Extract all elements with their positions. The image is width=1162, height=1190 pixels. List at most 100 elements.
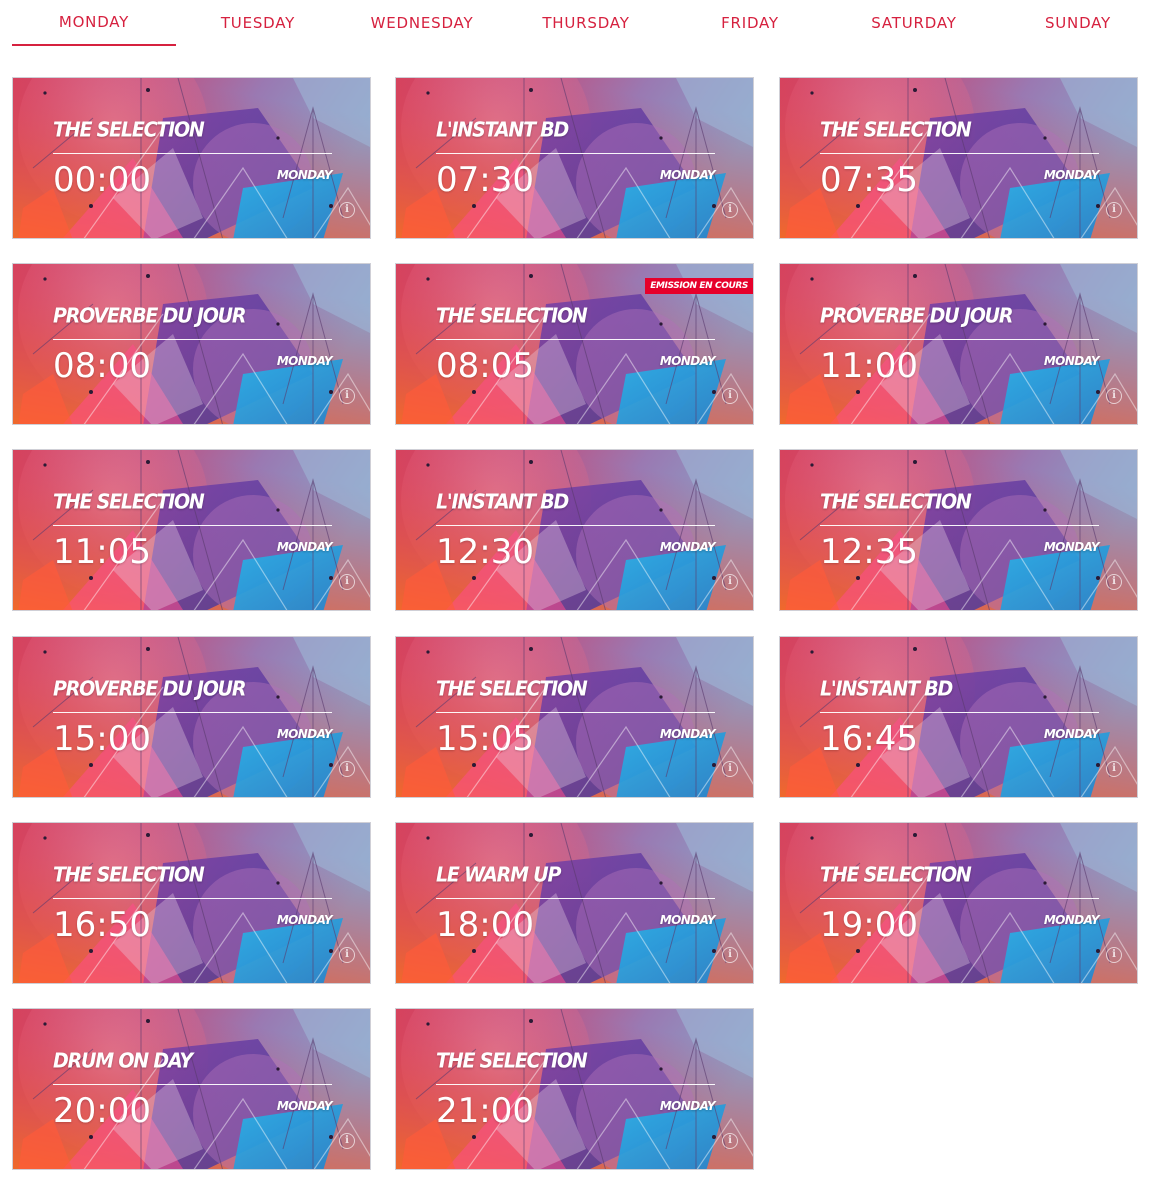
show-card[interactable]: PROVERBE DU JOUR 08:00 MONDAY i [12,263,371,425]
tab-saturday[interactable]: SATURDAY [832,0,996,46]
show-title: THE SELECTION [820,490,972,514]
info-circle-icon[interactable]: i [722,947,738,963]
show-card[interactable]: THE SELECTION 19:00 MONDAY i [779,822,1138,984]
show-card[interactable]: THE SELECTION 11:05 MONDAY i [12,449,371,611]
info-circle-icon[interactable]: i [339,947,355,963]
show-day: MONDAY [1043,354,1100,368]
divider [436,898,715,899]
show-day: MONDAY [1043,913,1100,927]
show-time: 18:00 [436,905,534,945]
show-artwork [396,78,753,238]
divider [53,339,332,340]
show-title: THE SELECTION [436,304,588,328]
show-artwork [396,1009,753,1169]
info-circle-icon[interactable]: i [339,388,355,404]
show-title: L'INSTANT BD [820,677,953,701]
show-title: THE SELECTION [436,1049,588,1073]
show-title: THE SELECTION [53,118,205,142]
info-circle-icon[interactable]: i [1106,574,1122,590]
show-card[interactable]: PROVERBE DU JOUR 15:00 MONDAY i [12,636,371,798]
show-artwork [13,637,370,797]
show-time: 00:00 [53,160,151,200]
tab-monday[interactable]: MONDAY [12,0,176,46]
show-day: MONDAY [276,727,333,741]
info-circle-icon[interactable]: i [339,1133,355,1149]
divider [436,1084,715,1085]
show-time: 08:00 [53,346,151,386]
info-circle-icon[interactable]: i [722,761,738,777]
show-title: THE SELECTION [53,863,205,887]
show-day: MONDAY [276,354,333,368]
show-card[interactable]: DRUM ON DAY 20:00 MONDAY i [12,1008,371,1170]
show-card[interactable]: L'INSTANT BD 12:30 MONDAY i [395,449,754,611]
tab-tuesday[interactable]: TUESDAY [176,0,340,46]
divider [820,898,1099,899]
tab-friday[interactable]: FRIDAY [668,0,832,46]
show-time: 12:30 [436,532,534,572]
show-day: MONDAY [1043,727,1100,741]
day-tabs: MONDAY TUESDAY WEDNESDAY THURSDAY FRIDAY… [12,0,1162,48]
show-artwork [780,78,1137,238]
tab-sunday[interactable]: SUNDAY [996,0,1160,46]
show-card[interactable]: THE SELECTION 07:35 MONDAY i [779,77,1138,239]
show-card[interactable]: THE SELECTION 16:50 MONDAY i [12,822,371,984]
info-circle-icon[interactable]: i [722,1133,738,1149]
divider [820,153,1099,154]
show-time: 16:50 [53,905,151,945]
show-time: 21:00 [436,1091,534,1131]
show-artwork [780,264,1137,424]
info-circle-icon[interactable]: i [722,202,738,218]
divider [53,1084,332,1085]
info-circle-icon[interactable]: i [722,388,738,404]
divider [820,712,1099,713]
divider [436,525,715,526]
info-circle-icon[interactable]: i [1106,202,1122,218]
show-artwork [780,823,1137,983]
show-day: MONDAY [659,168,716,182]
divider [436,339,715,340]
show-day: MONDAY [276,540,333,554]
show-card-current[interactable]: EMISSION EN COURS THE SELECTION 08:05 MO… [395,263,754,425]
show-artwork [780,450,1137,610]
show-artwork [13,1009,370,1169]
on-air-badge: EMISSION EN COURS [645,278,753,294]
divider [820,339,1099,340]
divider [436,153,715,154]
info-circle-icon[interactable]: i [722,574,738,590]
show-card[interactable]: THE SELECTION 21:00 MONDAY i [395,1008,754,1170]
show-card[interactable]: L'INSTANT BD 16:45 MONDAY i [779,636,1138,798]
show-time: 11:05 [53,532,151,572]
show-day: MONDAY [659,540,716,554]
show-title: L'INSTANT BD [436,118,569,142]
show-day: MONDAY [276,1099,333,1113]
divider [53,712,332,713]
show-card[interactable]: PROVERBE DU JOUR 11:00 MONDAY i [779,263,1138,425]
show-card[interactable]: LE WARM UP 18:00 MONDAY i [395,822,754,984]
tab-wednesday[interactable]: WEDNESDAY [340,0,504,46]
divider [436,712,715,713]
show-time: 20:00 [53,1091,151,1131]
info-circle-icon[interactable]: i [1106,947,1122,963]
info-circle-icon[interactable]: i [339,761,355,777]
info-circle-icon[interactable]: i [339,574,355,590]
show-title: DRUM ON DAY [53,1049,193,1073]
divider [53,898,332,899]
show-time: 15:05 [436,719,534,759]
show-title: PROVERBE DU JOUR [53,677,247,701]
info-circle-icon[interactable]: i [1106,388,1122,404]
show-title: THE SELECTION [820,118,972,142]
show-card[interactable]: L'INSTANT BD 07:30 MONDAY i [395,77,754,239]
show-artwork [780,637,1137,797]
info-circle-icon[interactable]: i [339,202,355,218]
tab-thursday[interactable]: THURSDAY [504,0,668,46]
show-card[interactable]: THE SELECTION 12:35 MONDAY i [779,449,1138,611]
show-time: 11:00 [820,346,918,386]
show-artwork [396,450,753,610]
show-day: MONDAY [276,913,333,927]
info-circle-icon[interactable]: i [1106,761,1122,777]
show-card[interactable]: THE SELECTION 15:05 MONDAY i [395,636,754,798]
divider [820,525,1099,526]
show-time: 12:35 [820,532,918,572]
show-day: MONDAY [1043,168,1100,182]
show-card[interactable]: THE SELECTION 00:00 MONDAY i [12,77,371,239]
